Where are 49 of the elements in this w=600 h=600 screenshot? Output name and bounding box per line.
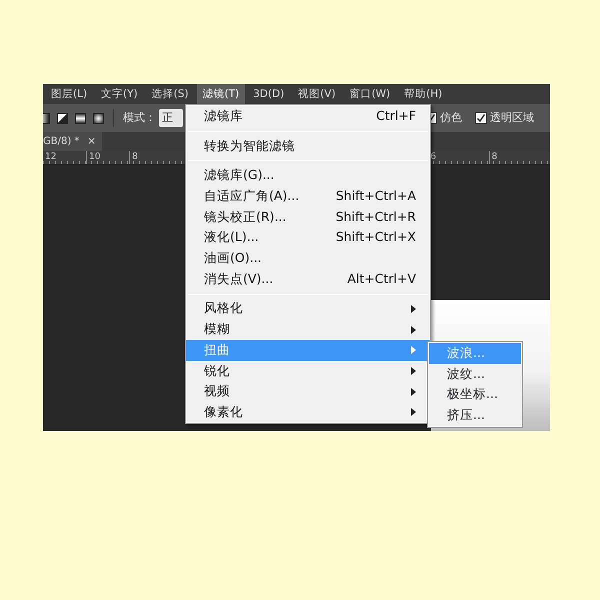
shortcut-text: Shift+Ctrl+R	[336, 208, 416, 226]
menu-item[interactable]: 滤镜库 Ctrl+F	[186, 106, 430, 127]
close-icon[interactable]: ×	[87, 134, 96, 149]
menu-item[interactable]: 窗口(W)	[344, 84, 396, 104]
menu-item[interactable]: 视频	[186, 381, 430, 402]
menu-item[interactable]: 选择(S)	[146, 84, 195, 104]
submenu-arrow-icon	[411, 388, 416, 396]
ruler-number: 8	[129, 151, 172, 164]
menu-item[interactable]: 锐化	[186, 360, 430, 382]
submenu-arrow-icon	[411, 366, 416, 375]
checkbox[interactable]	[475, 112, 487, 124]
menu-item[interactable]: 3D(D)	[247, 84, 290, 104]
menu-item[interactable]: 风格化	[186, 298, 430, 320]
gradient-icon[interactable]	[75, 112, 86, 124]
menu-item[interactable]: 滤镜(T)	[196, 84, 246, 104]
shortcut-text: Shift+Ctrl+X	[336, 228, 416, 246]
ruler-number: 10	[86, 151, 130, 164]
menu-item[interactable]: 转换为智能滤镜	[186, 136, 430, 156]
shortcut-text: Shift+Ctrl+A	[336, 187, 416, 206]
menu-item[interactable]: 图层(L)	[45, 84, 94, 104]
mode-dropdown[interactable]: 正	[159, 109, 183, 127]
menu-item[interactable]: 波纹...	[429, 364, 521, 384]
menu-item[interactable]: 滤镜库(G)...	[186, 165, 430, 186]
menu-item[interactable]: 文字(Y)	[95, 84, 144, 104]
submenu-arrow-icon	[411, 346, 416, 354]
menu-item[interactable]: 自适应广角(A)... Shift+Ctrl+A	[186, 186, 430, 207]
checkbox-label: 仿色	[440, 110, 462, 126]
menu-item[interactable]: 极坐标...	[429, 384, 521, 406]
menu-item[interactable]: 油画(O)...	[186, 248, 430, 269]
ruler-number: 12	[44, 151, 58, 164]
shortcut-text: Ctrl+F	[376, 106, 416, 125]
menu-item[interactable]: 视图(V)	[292, 84, 342, 104]
gradient-icon[interactable]	[57, 112, 68, 124]
menu-item[interactable]: 液化(L)... Shift+Ctrl+X	[186, 227, 430, 248]
ruler-number: 8	[488, 151, 550, 164]
menu-item[interactable]: 帮助(H)	[398, 84, 448, 104]
mode-label: 模式：	[123, 110, 156, 126]
menu-item[interactable]: 镜头校正(R)... Shift+Ctrl+R	[186, 206, 430, 228]
gradient-icon[interactable]	[93, 112, 104, 124]
menu-item[interactable]: 挤压...	[429, 405, 521, 426]
document-tab-title[interactable]: GB/8) *	[43, 134, 80, 149]
submenu-arrow-icon	[411, 326, 416, 334]
shortcut-text: Alt+Ctrl+V	[347, 270, 416, 288]
submenu-arrow-icon	[411, 304, 416, 313]
menu-item[interactable]: 消失点(V)... Alt+Ctrl+V	[186, 268, 430, 290]
checkbox-label: 透明区域	[490, 110, 534, 126]
submenu-arrow-icon	[411, 408, 416, 416]
menu-item[interactable]: 模糊	[186, 319, 430, 340]
menu-item[interactable]: 像素化	[186, 402, 430, 423]
